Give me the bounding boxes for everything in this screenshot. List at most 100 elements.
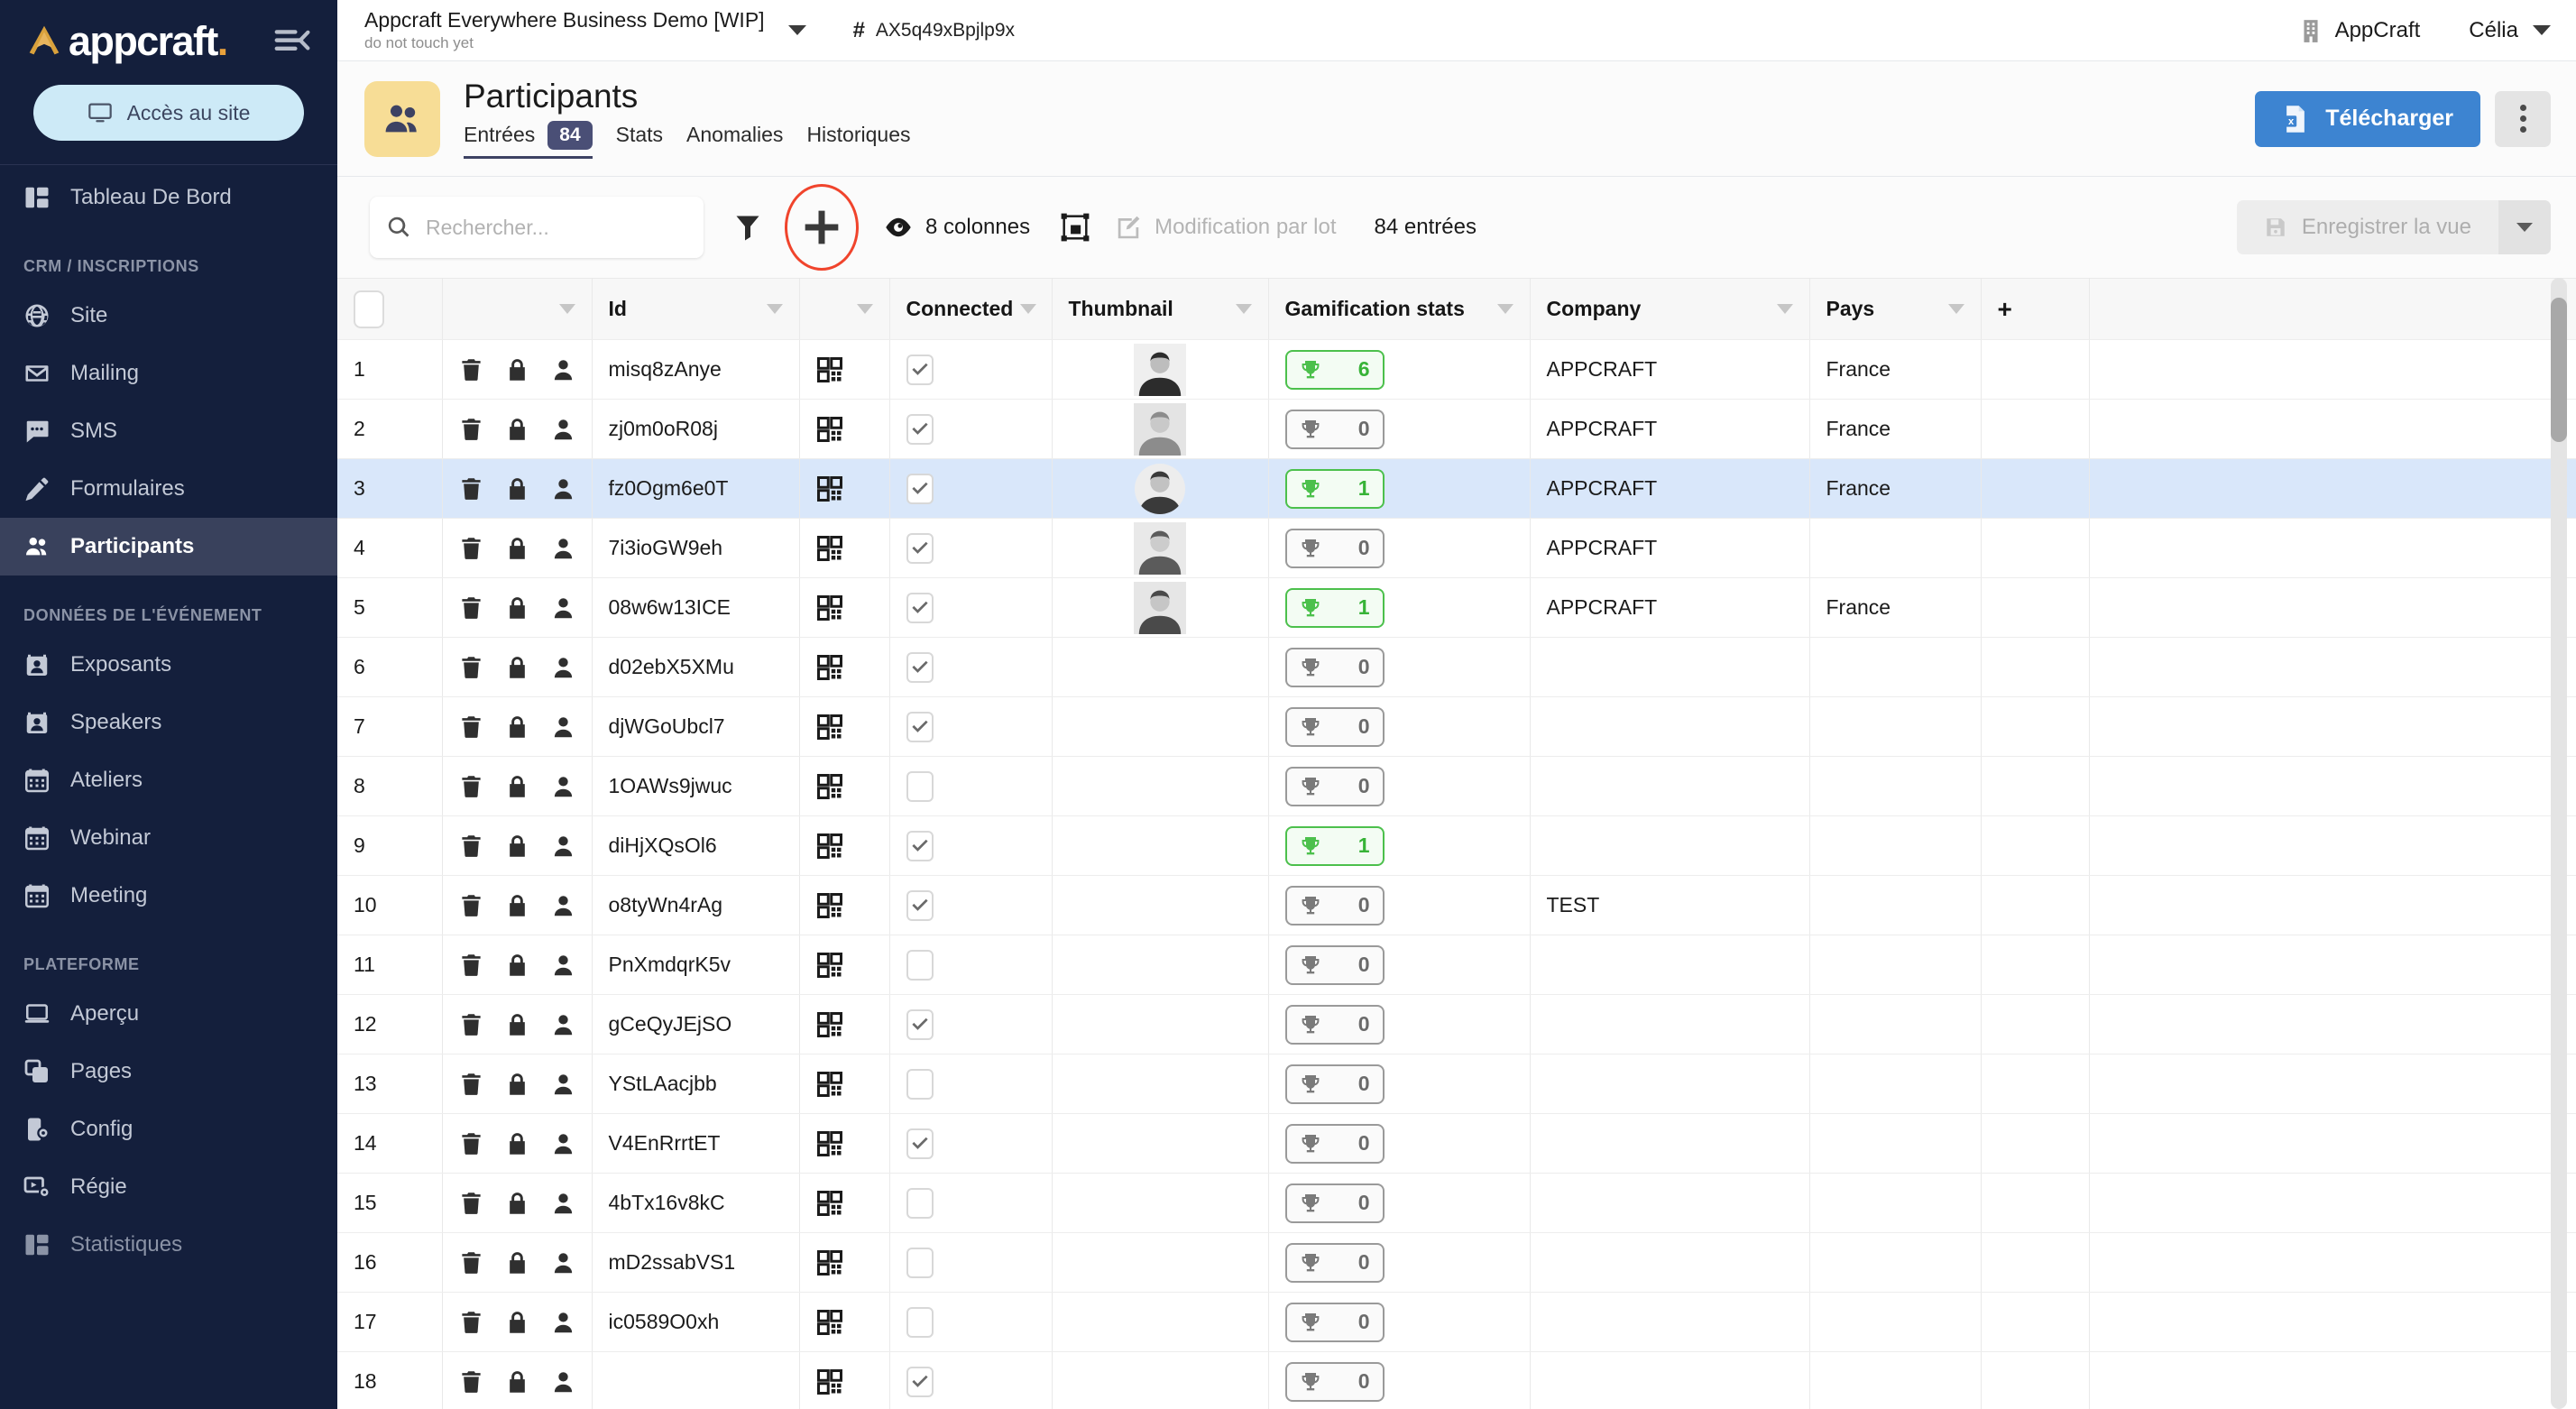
- lock-icon[interactable]: [505, 1368, 529, 1395]
- person-icon[interactable]: [551, 1190, 575, 1217]
- delete-icon[interactable]: [459, 594, 483, 622]
- connected-checkbox[interactable]: [906, 1307, 934, 1338]
- cell-company[interactable]: APPCRAFT: [1530, 340, 1809, 400]
- delete-icon[interactable]: [459, 1011, 483, 1038]
- cell-gamification[interactable]: 0: [1268, 638, 1530, 697]
- cell-qr-code[interactable]: [799, 995, 889, 1054]
- table-row[interactable]: 11PnXmdqrK5v0: [337, 935, 2576, 995]
- delete-icon[interactable]: [459, 1071, 483, 1098]
- cell-pays[interactable]: [1809, 816, 1981, 876]
- person-icon[interactable]: [551, 416, 575, 443]
- cell-pays[interactable]: France: [1809, 459, 1981, 519]
- cell-connected[interactable]: [889, 638, 1052, 697]
- cell-company[interactable]: [1530, 1293, 1809, 1352]
- sidebar-item-sms[interactable]: SMS: [0, 402, 337, 460]
- header-gamification[interactable]: Gamification stats: [1268, 279, 1530, 340]
- lock-icon[interactable]: [505, 1249, 529, 1276]
- cell-company[interactable]: [1530, 638, 1809, 697]
- fullscreen-button[interactable]: [1061, 213, 1090, 242]
- tab-historiques[interactable]: Historiques: [806, 123, 910, 156]
- sidebar-item-meeting[interactable]: Meeting: [0, 867, 337, 925]
- cell-qr-code[interactable]: [799, 578, 889, 638]
- cell-qr-code[interactable]: [799, 757, 889, 816]
- sidebar-item-participants[interactable]: Participants: [0, 518, 337, 576]
- cell-company[interactable]: [1530, 1352, 1809, 1409]
- cell-connected[interactable]: [889, 578, 1052, 638]
- header-pays[interactable]: Pays: [1809, 279, 1981, 340]
- cell-gamification[interactable]: 0: [1268, 995, 1530, 1054]
- cell-id[interactable]: [592, 1352, 799, 1409]
- sidebar-item-pages[interactable]: Pages: [0, 1043, 337, 1100]
- tab-entrees[interactable]: Entrées84: [464, 121, 593, 159]
- batch-edit-button[interactable]: Modification par lot: [1115, 214, 1336, 241]
- sort-caret-icon[interactable]: [559, 304, 575, 314]
- table-row[interactable]: 154bTx16v8kC0: [337, 1174, 2576, 1233]
- cell-qr-code[interactable]: [799, 519, 889, 578]
- delete-icon[interactable]: [459, 1130, 483, 1157]
- cell-company[interactable]: [1530, 697, 1809, 757]
- sort-caret-icon[interactable]: [767, 304, 783, 314]
- delete-icon[interactable]: [459, 356, 483, 383]
- table-row[interactable]: 14V4EnRrrtET0: [337, 1114, 2576, 1174]
- cell-gamification[interactable]: 0: [1268, 697, 1530, 757]
- sidebar-item-formulaires[interactable]: Formulaires: [0, 460, 337, 518]
- table-row[interactable]: 6d02ebX5XMu0: [337, 638, 2576, 697]
- sidebar-item-exposants[interactable]: Exposants: [0, 636, 337, 694]
- cell-pays[interactable]: France: [1809, 578, 1981, 638]
- select-all-checkbox[interactable]: [354, 290, 384, 328]
- cell-id[interactable]: o8tyWn4rAg: [592, 876, 799, 935]
- cell-id[interactable]: YStLAacjbb: [592, 1054, 799, 1114]
- connected-checkbox[interactable]: [906, 1128, 934, 1159]
- cell-gamification[interactable]: 0: [1268, 1174, 1530, 1233]
- cell-pays[interactable]: [1809, 995, 1981, 1054]
- lock-icon[interactable]: [505, 416, 529, 443]
- lock-icon[interactable]: [505, 654, 529, 681]
- connected-checkbox[interactable]: [906, 355, 934, 385]
- cell-pays[interactable]: France: [1809, 340, 1981, 400]
- user-menu[interactable]: Célia: [2469, 18, 2551, 43]
- cell-pays[interactable]: [1809, 1352, 1981, 1409]
- person-icon[interactable]: [551, 1309, 575, 1336]
- appcraft-logo[interactable]: appcraft.: [23, 20, 227, 61]
- cell-company[interactable]: [1530, 1233, 1809, 1293]
- cell-id[interactable]: gCeQyJEjSO: [592, 995, 799, 1054]
- cell-id[interactable]: djWGoUbcl7: [592, 697, 799, 757]
- connected-checkbox[interactable]: [906, 1248, 934, 1278]
- connected-checkbox[interactable]: [906, 1009, 934, 1040]
- cell-id[interactable]: 7i3ioGW9eh: [592, 519, 799, 578]
- connected-checkbox[interactable]: [906, 414, 934, 445]
- cell-qr-code[interactable]: [799, 816, 889, 876]
- lock-icon[interactable]: [505, 475, 529, 502]
- lock-icon[interactable]: [505, 714, 529, 741]
- cell-company[interactable]: [1530, 935, 1809, 995]
- cell-company[interactable]: APPCRAFT: [1530, 519, 1809, 578]
- delete-icon[interactable]: [459, 654, 483, 681]
- table-row[interactable]: 81OAWs9jwuc0: [337, 757, 2576, 816]
- cell-company[interactable]: [1530, 1114, 1809, 1174]
- cell-id[interactable]: 4bTx16v8kC: [592, 1174, 799, 1233]
- cell-id[interactable]: V4EnRrrtET: [592, 1114, 799, 1174]
- cell-connected[interactable]: [889, 1114, 1052, 1174]
- cell-connected[interactable]: [889, 1174, 1052, 1233]
- table-row[interactable]: 1misq8zAnye6APPCRAFTFrance: [337, 340, 2576, 400]
- cell-connected[interactable]: [889, 697, 1052, 757]
- table-row[interactable]: 7djWGoUbcl70: [337, 697, 2576, 757]
- cell-connected[interactable]: [889, 876, 1052, 935]
- search-box[interactable]: [370, 197, 704, 258]
- table-row[interactable]: 9diHjXQsOl61: [337, 816, 2576, 876]
- tab-stats[interactable]: Stats: [616, 123, 663, 156]
- person-icon[interactable]: [551, 1249, 575, 1276]
- cell-gamification[interactable]: 0: [1268, 1293, 1530, 1352]
- cell-connected[interactable]: [889, 459, 1052, 519]
- person-icon[interactable]: [551, 833, 575, 860]
- table-row[interactable]: 17ic0589O0xh0: [337, 1293, 2576, 1352]
- cell-company[interactable]: [1530, 816, 1809, 876]
- header-add-column[interactable]: +: [1981, 279, 2089, 340]
- connected-checkbox[interactable]: [906, 831, 934, 861]
- connected-checkbox[interactable]: [906, 593, 934, 623]
- sidebar-item-aper-u[interactable]: Aperçu: [0, 985, 337, 1043]
- sidebar-item-tableau-de-bord[interactable]: Tableau De Bord: [0, 169, 337, 226]
- cell-pays[interactable]: [1809, 1114, 1981, 1174]
- cell-gamification[interactable]: 1: [1268, 816, 1530, 876]
- connected-checkbox[interactable]: [906, 533, 934, 564]
